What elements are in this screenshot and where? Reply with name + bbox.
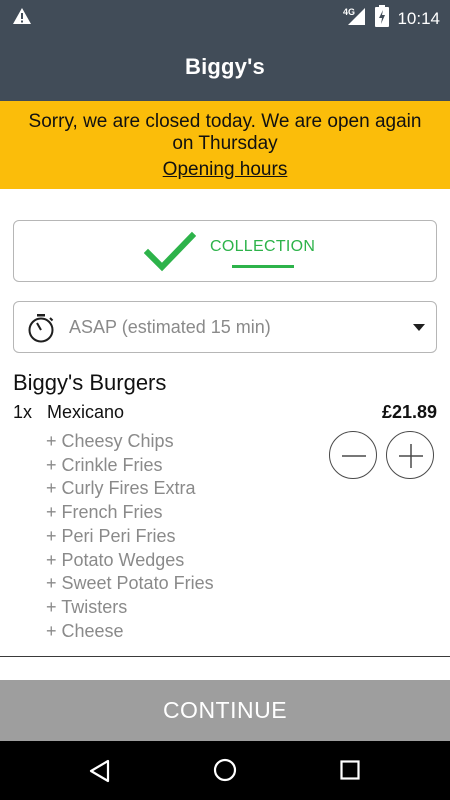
increase-quantity-button[interactable]: [386, 431, 434, 479]
modifier-item: + Cheese: [46, 620, 124, 641]
warning-icon: [12, 7, 32, 30]
closed-banner: Sorry, we are closed today. We are open …: [0, 101, 450, 189]
modifier-item: + Sweet Potato Fries: [46, 573, 214, 594]
continue-button[interactable]: CONTINUE: [0, 680, 450, 741]
signal-icon: 4G: [343, 6, 367, 31]
plus-icon: [399, 444, 423, 468]
system-nav-bar: [0, 741, 450, 800]
app-bar: Biggy's: [0, 33, 450, 101]
item-name: Mexicano: [47, 402, 125, 422]
restaurant-name: Biggy's Burgers: [13, 370, 167, 395]
item-modifiers: + Cheesy Chips + Crinkle Fries + Curly F…: [46, 430, 214, 643]
page-title: Biggy's: [185, 54, 265, 79]
stopwatch-icon: [26, 313, 56, 348]
divider: [0, 656, 450, 657]
collection-time-value: ASAP (estimated 15 min): [69, 317, 271, 337]
collection-label: COLLECTION: [210, 238, 316, 255]
modifier-item: + Potato Wedges: [46, 549, 185, 570]
checkmark-icon: [143, 231, 197, 278]
collection-time-dropdown[interactable]: ASAP (estimated 15 min): [13, 301, 437, 353]
minus-icon: [342, 455, 366, 457]
item-price: £21.89: [381, 402, 437, 422]
item-quantity: 1x: [13, 402, 33, 422]
modifier-item: + Curly Fires Extra: [46, 478, 196, 499]
modifier-item: + Cheesy Chips: [46, 431, 174, 451]
modifier-item: + French Fries: [46, 502, 163, 523]
collection-selected-indicator: [232, 265, 294, 268]
opening-hours-link[interactable]: Opening hours: [163, 159, 288, 181]
recent-apps-icon[interactable]: [340, 760, 360, 785]
status-bar: 4G 10:14: [0, 0, 450, 33]
home-icon[interactable]: [213, 758, 237, 787]
closed-message: Sorry, we are closed today. We are open …: [28, 111, 422, 154]
modifier-item: + Peri Peri Fries: [46, 525, 176, 546]
dropdown-arrow-icon: [413, 324, 425, 331]
order-item: 1x Mexicano £21.89: [13, 402, 437, 426]
status-time: 10:14: [397, 8, 440, 28]
modifier-item: + Crinkle Fries: [46, 454, 163, 475]
network-type: 4G: [343, 7, 355, 17]
back-icon[interactable]: [88, 759, 110, 788]
modifier-item: + Twisters: [46, 596, 128, 617]
collection-option-button[interactable]: COLLECTION: [13, 220, 437, 282]
decrease-quantity-button[interactable]: [329, 431, 377, 479]
battery-icon: [375, 5, 390, 32]
